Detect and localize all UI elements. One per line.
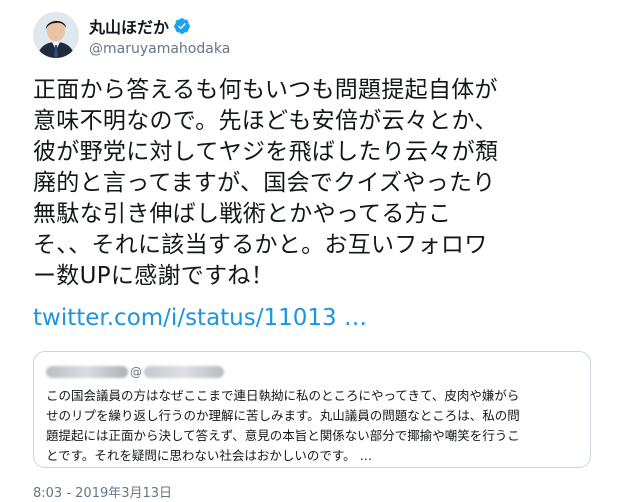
tweet-status-link[interactable]: twitter.com/i/status/11013 … xyxy=(33,303,367,334)
profile-photo-icon xyxy=(33,12,79,58)
quoted-author-handle-blurred xyxy=(144,366,224,378)
quoted-author-name-blurred xyxy=(46,366,128,378)
quoted-tweet-header: @ xyxy=(46,362,578,382)
tweet-text: 正面から答えるも何もいつも問題提起自体が 意味不明なので。先ほども安倍が云々とか… xyxy=(33,77,499,289)
verified-badge-icon xyxy=(173,17,191,35)
quoted-author-at: @ xyxy=(130,365,142,379)
author-name-row: 丸山ほだか xyxy=(89,14,191,38)
tweet-timestamp[interactable]: 8:03 - 2019年3月13日 xyxy=(33,482,172,501)
avatar[interactable] xyxy=(33,12,79,58)
quoted-tweet-text: この国会議員の方はなぜここまで連日執拗に私のところにやってきて、皮肉や嫌がら せ… xyxy=(46,388,520,463)
author-handle[interactable]: @maruyamahodaka xyxy=(89,41,230,57)
quoted-tweet-card[interactable]: @ この国会議員の方はなぜここまで連日執拗に私のところにやってきて、皮肉や嫌がら… xyxy=(33,351,591,468)
author-display-name[interactable]: 丸山ほだか xyxy=(89,14,169,38)
